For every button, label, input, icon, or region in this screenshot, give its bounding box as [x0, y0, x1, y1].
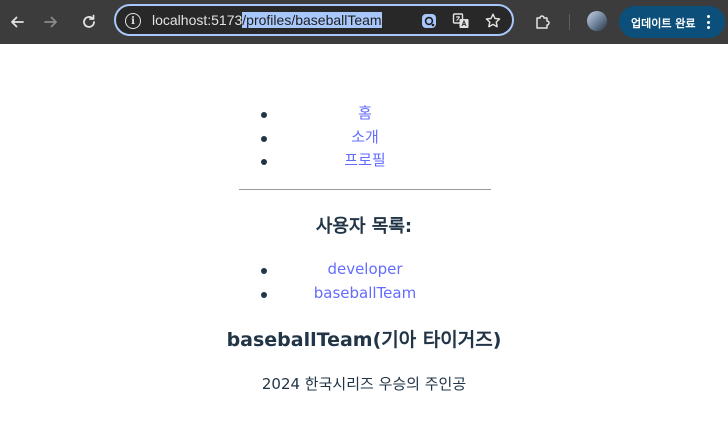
- user-link-baseballteam[interactable]: baseballTeam: [314, 284, 416, 302]
- forward-arrow-icon[interactable]: [39, 10, 63, 34]
- browser-toolbar: i localhost:5173/profiles/baseballTeam 업…: [0, 0, 728, 44]
- page-content: 홈 소개 프로필 사용자 목록: developer baseballTeam …: [0, 44, 728, 447]
- reload-icon[interactable]: [77, 10, 101, 34]
- profile-title: baseballTeam(기아 타이거즈): [226, 329, 502, 351]
- url-host: localhost:5173: [152, 12, 243, 28]
- user-list-item: baseballTeam: [239, 282, 491, 306]
- list-bullet: [261, 135, 267, 142]
- extensions-icon[interactable]: [531, 10, 555, 34]
- translate-icon[interactable]: [451, 11, 471, 31]
- nav-link-home[interactable]: 홈: [358, 104, 372, 122]
- update-button-label: 업데이트 완료: [631, 17, 696, 30]
- divider-line: [239, 189, 491, 190]
- url-text[interactable]: localhost:5173/profiles/baseballTeam: [152, 12, 382, 28]
- address-bar[interactable]: i localhost:5173/profiles/baseballTeam: [114, 4, 514, 36]
- user-link-developer[interactable]: developer: [327, 260, 402, 278]
- list-bullet: [261, 159, 267, 165]
- more-vert-icon[interactable]: [705, 15, 711, 29]
- profile-avatar[interactable]: [587, 11, 607, 31]
- profile-description: 2024 한국시리즈 우승의 주인공: [261, 375, 467, 393]
- back-arrow-icon[interactable]: [5, 10, 29, 34]
- nav-item-profiles: 프로필: [239, 149, 491, 173]
- list-bullet: [261, 112, 267, 118]
- bookmark-star-icon[interactable]: [483, 11, 503, 31]
- nav-link-profiles[interactable]: 프로필: [344, 151, 385, 169]
- main-nav: 홈 소개 프로필: [239, 102, 491, 173]
- nav-item-about: 소개: [239, 126, 491, 150]
- list-bullet: [261, 268, 267, 274]
- list-bullet: [261, 291, 267, 298]
- update-complete-button[interactable]: 업데이트 완료: [619, 6, 725, 38]
- nav-item-home: 홈: [239, 102, 491, 126]
- site-info-icon[interactable]: i: [125, 13, 141, 29]
- lens-icon[interactable]: [419, 11, 439, 31]
- url-path-selected: /profiles/baseballTeam: [242, 12, 382, 28]
- user-list: developer baseballTeam: [239, 258, 491, 305]
- toolbar-divider: [569, 14, 570, 30]
- user-list-item: developer: [239, 258, 491, 282]
- users-heading: 사용자 목록:: [315, 216, 413, 237]
- nav-link-about[interactable]: 소개: [351, 128, 379, 146]
